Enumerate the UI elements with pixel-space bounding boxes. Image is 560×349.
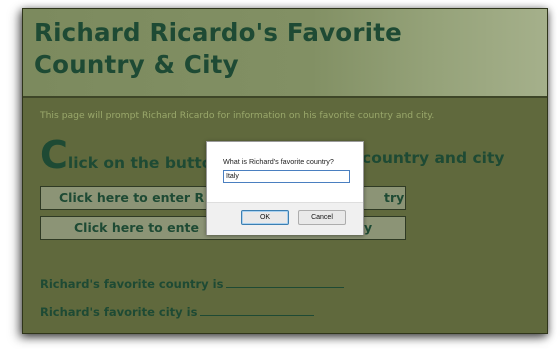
page-title-line2: Country & City bbox=[34, 50, 239, 79]
prompt-footer: OK Cancel bbox=[207, 202, 363, 235]
drop-cap: C bbox=[40, 133, 68, 177]
cancel-button[interactable]: Cancel bbox=[298, 210, 346, 225]
enter-city-button-label-end: y bbox=[364, 220, 373, 235]
enter-city-button-label-start: Click here to ente bbox=[74, 220, 199, 235]
enter-country-button-label-end: try bbox=[384, 190, 405, 205]
page-title: Richard Ricardo's Favorite Country & Cit… bbox=[34, 17, 534, 81]
enter-country-button-label-start: Click here to enter R bbox=[59, 190, 205, 205]
intro-text: This page will prompt Richard Ricardo fo… bbox=[40, 110, 435, 121]
prompt-dialog: What is Richard's favorite country? OK C… bbox=[206, 141, 364, 235]
page-title-line1: Richard Ricardo's Favorite bbox=[34, 18, 402, 47]
favorite-country-label: Richard's favorite country is bbox=[40, 277, 224, 291]
favorite-city-blank bbox=[200, 303, 315, 316]
favorite-city-label: Richard's favorite city is bbox=[40, 305, 198, 319]
heading-end: country and city bbox=[362, 149, 505, 167]
favorite-country-blank bbox=[226, 275, 345, 288]
prompt-input[interactable] bbox=[223, 170, 350, 183]
prompt-message: What is Richard's favorite country? bbox=[223, 157, 334, 166]
page-header: Richard Ricardo's Favorite Country & Cit… bbox=[23, 9, 547, 98]
favorite-country-result: Richard's favorite country is bbox=[40, 275, 460, 291]
ok-button[interactable]: OK bbox=[241, 210, 289, 225]
heading-start: lick on the butto bbox=[67, 154, 213, 172]
favorite-city-result: Richard's favorite city is bbox=[40, 303, 460, 319]
